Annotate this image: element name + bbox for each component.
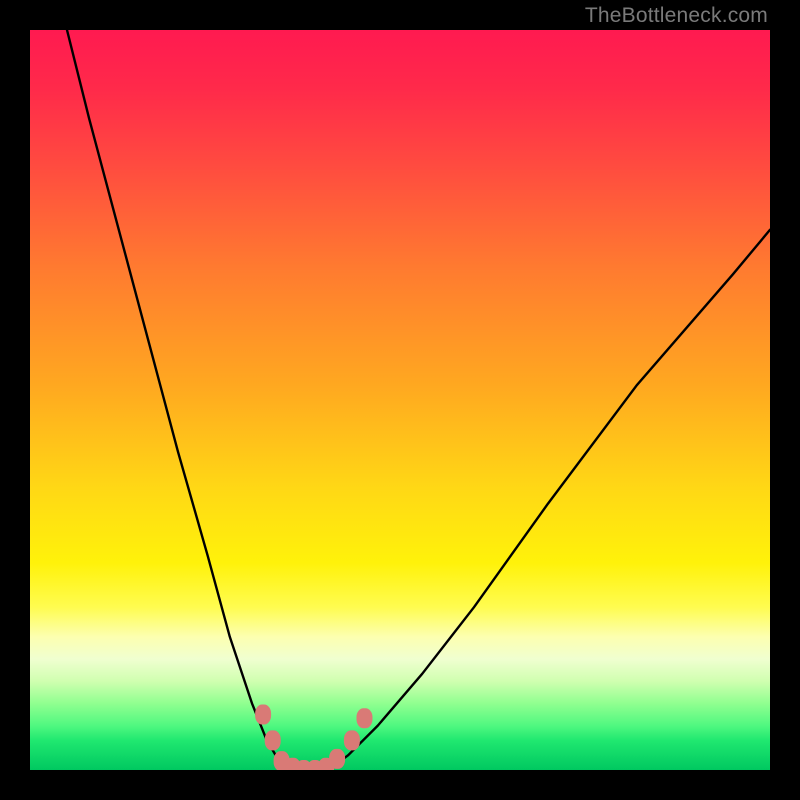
plot-area	[30, 30, 770, 770]
data-marker	[344, 730, 360, 750]
chart-frame: TheBottleneck.com	[0, 0, 800, 800]
bottleneck-curve	[67, 30, 770, 770]
data-marker	[356, 708, 372, 728]
data-marker	[265, 730, 281, 750]
marker-group	[255, 705, 372, 771]
data-marker	[255, 705, 271, 725]
v-curve	[67, 30, 770, 770]
curve-layer	[30, 30, 770, 770]
data-marker	[329, 749, 345, 769]
watermark-text: TheBottleneck.com	[585, 4, 768, 28]
